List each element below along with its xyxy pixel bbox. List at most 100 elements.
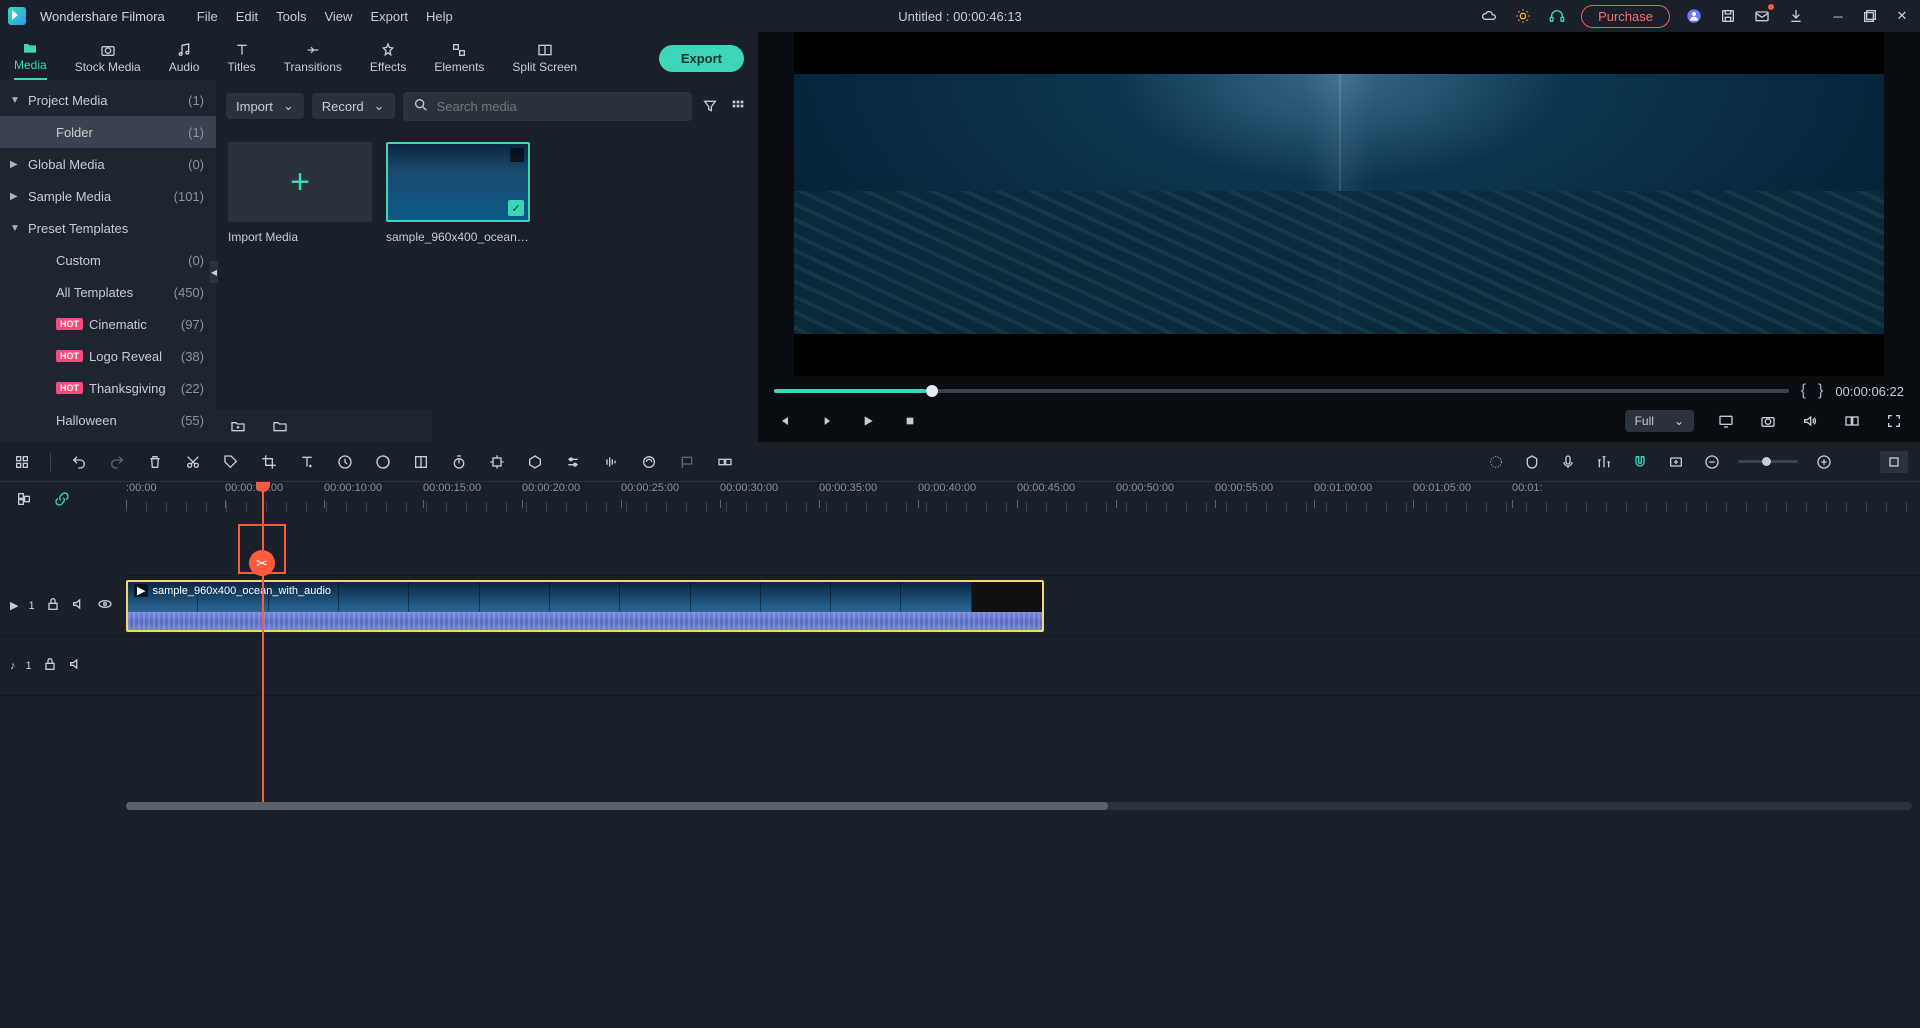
new-folder-icon[interactable]: [228, 416, 248, 436]
eye-icon[interactable]: [97, 596, 113, 615]
sidebar-item[interactable]: HOTThanksgiving(22): [0, 372, 216, 404]
redo-icon[interactable]: [107, 452, 127, 472]
preview-progress[interactable]: [774, 389, 1789, 393]
snapshot-icon[interactable]: [1758, 411, 1778, 431]
folder-outline-icon[interactable]: [270, 416, 290, 436]
media-clip[interactable]: ✓: [386, 142, 530, 222]
tab-audio[interactable]: Audio: [169, 43, 200, 80]
magnet-icon[interactable]: [1630, 452, 1650, 472]
time-ruler[interactable]: :00:0000:00:05:0000:00:10:0000:00:15:000…: [126, 482, 1920, 516]
record-dropdown[interactable]: Record⌄: [312, 93, 395, 119]
cloud-icon[interactable]: [1479, 6, 1499, 26]
close-icon[interactable]: ✕: [1892, 6, 1912, 26]
mark-out-icon[interactable]: }: [1818, 382, 1823, 400]
green-screen-icon[interactable]: [411, 452, 431, 472]
menu-file[interactable]: File: [197, 9, 218, 24]
sidebar-item[interactable]: HOTCinematic(97): [0, 308, 216, 340]
tab-effects[interactable]: Effects: [370, 43, 406, 80]
lock-icon[interactable]: [42, 656, 58, 675]
mask-icon[interactable]: [525, 452, 545, 472]
color-icon[interactable]: [373, 452, 393, 472]
search-input[interactable]: [403, 92, 692, 121]
lock-icon[interactable]: [45, 596, 61, 615]
tag-icon[interactable]: [221, 452, 241, 472]
menu-view[interactable]: View: [324, 9, 352, 24]
add-marker-icon[interactable]: [1666, 452, 1686, 472]
collapse-handle[interactable]: ◀: [210, 261, 218, 283]
link-icon[interactable]: [52, 489, 72, 509]
import-media-tile[interactable]: +: [228, 142, 372, 222]
import-dropdown[interactable]: Import⌄: [226, 93, 304, 119]
download-icon[interactable]: [1786, 6, 1806, 26]
play-icon[interactable]: [858, 411, 878, 431]
prev-frame-icon[interactable]: [774, 411, 794, 431]
sidebar-item[interactable]: ▼Preset Templates: [0, 212, 216, 244]
mute-icon[interactable]: [68, 656, 84, 675]
cut-icon[interactable]: [183, 452, 203, 472]
layout-icon[interactable]: [12, 452, 32, 472]
delete-icon[interactable]: [145, 452, 165, 472]
menu-export[interactable]: Export: [370, 9, 408, 24]
render-icon[interactable]: [1486, 452, 1506, 472]
timeline-scrollbar[interactable]: [126, 802, 1912, 810]
cut-marker[interactable]: ✂: [238, 524, 286, 574]
undo-icon[interactable]: [69, 452, 89, 472]
display-icon[interactable]: [1716, 411, 1736, 431]
sidebar-item[interactable]: ▶Sample Media(101): [0, 180, 216, 212]
mixer-icon[interactable]: [1594, 452, 1614, 472]
mark-in-icon[interactable]: {: [1801, 382, 1806, 400]
step-back-icon[interactable]: [816, 411, 836, 431]
duration-icon[interactable]: [449, 452, 469, 472]
menu-edit[interactable]: Edit: [236, 9, 258, 24]
compare-icon[interactable]: [1842, 411, 1862, 431]
menu-help[interactable]: Help: [426, 9, 453, 24]
flag-icon[interactable]: [677, 452, 697, 472]
crop-icon[interactable]: [259, 452, 279, 472]
keyframe-icon[interactable]: [487, 452, 507, 472]
motion-icon[interactable]: [639, 452, 659, 472]
export-button[interactable]: Export: [659, 45, 744, 72]
maximize-icon[interactable]: [1860, 6, 1880, 26]
preview-viewport[interactable]: [794, 32, 1884, 376]
mute-icon[interactable]: [71, 596, 87, 615]
sidebar-item[interactable]: Folder(1): [0, 116, 216, 148]
tab-stock-media[interactable]: Stock Media: [75, 43, 141, 80]
fullscreen-icon[interactable]: [1884, 411, 1904, 431]
text-tool-icon[interactable]: [297, 452, 317, 472]
sidebar-item[interactable]: ▼Project Media(1): [0, 84, 216, 116]
sidebar-item[interactable]: HOTLogo Reveal(38): [0, 340, 216, 372]
marker-icon[interactable]: [1522, 452, 1542, 472]
menu-tools[interactable]: Tools: [276, 9, 306, 24]
zoom-in-icon[interactable]: [1814, 452, 1834, 472]
zoom-out-icon[interactable]: [1702, 452, 1722, 472]
tab-split-screen[interactable]: Split Screen: [512, 43, 577, 80]
avatar-icon[interactable]: [1684, 6, 1704, 26]
volume-icon[interactable]: [1800, 411, 1820, 431]
stop-icon[interactable]: [900, 411, 920, 431]
purchase-button[interactable]: Purchase: [1581, 5, 1670, 28]
zoom-slider[interactable]: [1738, 460, 1798, 463]
tab-titles[interactable]: Titles: [227, 43, 255, 80]
fit-icon[interactable]: [1880, 451, 1908, 473]
save-icon[interactable]: [1718, 6, 1738, 26]
tab-elements[interactable]: Elements: [434, 43, 484, 80]
video-track-head[interactable]: ▶1: [0, 576, 126, 636]
filter-icon[interactable]: [700, 96, 720, 116]
audio-track-head[interactable]: ♪1: [0, 636, 126, 696]
headset-icon[interactable]: [1547, 6, 1567, 26]
adjust-icon[interactable]: [563, 452, 583, 472]
tab-transitions[interactable]: Transitions: [284, 43, 342, 80]
sidebar-item[interactable]: Halloween(55): [0, 404, 216, 436]
tab-media[interactable]: Media: [14, 41, 47, 80]
audio-sync-icon[interactable]: [601, 452, 621, 472]
quality-select[interactable]: Full⌄: [1625, 410, 1694, 432]
sidebar-item[interactable]: Custom(0): [0, 244, 216, 276]
tracks-icon[interactable]: [14, 489, 34, 509]
minimize-icon[interactable]: ─: [1828, 6, 1848, 26]
sidebar-item[interactable]: All Templates(450): [0, 276, 216, 308]
speed-icon[interactable]: [335, 452, 355, 472]
grid-view-icon[interactable]: [728, 96, 748, 116]
group-icon[interactable]: [715, 452, 735, 472]
mail-icon[interactable]: [1752, 6, 1772, 26]
sun-icon[interactable]: [1513, 6, 1533, 26]
